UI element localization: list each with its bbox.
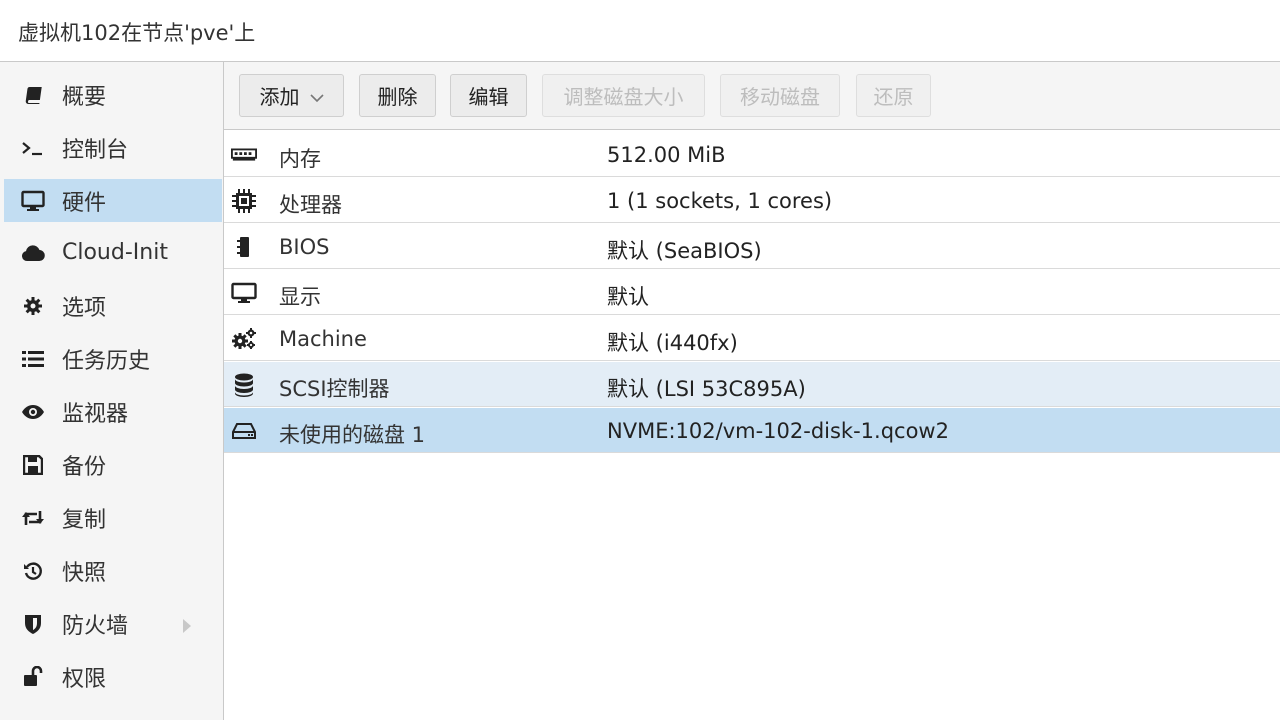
row-name: 未使用的磁盘 1 xyxy=(279,423,426,447)
sidebar-item-label: 快照 xyxy=(62,560,107,586)
row-name: Machine xyxy=(279,327,367,351)
edit-button[interactable]: 编辑 xyxy=(450,74,527,117)
add-button[interactable]: 添加 xyxy=(239,74,344,117)
sidebar-item-options[interactable]: 选项 xyxy=(4,284,222,327)
row-name: 显示 xyxy=(279,285,321,309)
sidebar-item-task-history[interactable]: 任务历史 xyxy=(4,337,222,380)
memory-icon xyxy=(231,142,257,168)
sidebar-item-label: 防火墙 xyxy=(62,613,129,639)
retweet-icon xyxy=(20,505,46,531)
table-row[interactable]: 未使用的磁盘 1 NVME:102/vm-102-disk-1.qcow2 xyxy=(224,408,1280,453)
shield-icon xyxy=(20,611,46,637)
terminal-icon xyxy=(20,135,46,161)
sidebar-item-console[interactable]: 控制台 xyxy=(4,126,222,169)
row-value: 1 (1 sockets, 1 cores) xyxy=(607,189,833,213)
row-value: 默认 (i440fx) xyxy=(607,331,738,355)
gear-icon xyxy=(20,293,46,319)
book-icon xyxy=(20,82,46,108)
table-row[interactable]: 处理器 1 (1 sockets, 1 cores) xyxy=(224,178,1280,223)
table-row[interactable]: BIOS 默认 (SeaBIOS) xyxy=(224,224,1280,269)
sidebar-item-label: 权限 xyxy=(62,666,107,692)
title-bar: 虚拟机102在节点'pve'上 xyxy=(0,0,1280,62)
row-value: NVME:102/vm-102-disk-1.qcow2 xyxy=(607,419,949,443)
sidebar-item-label: 控制台 xyxy=(62,137,129,163)
row-value: 默认 xyxy=(607,285,649,309)
sidebar-item-label: 复制 xyxy=(62,507,107,533)
table-row[interactable]: SCSI控制器 默认 (LSI 53C895A) xyxy=(224,362,1280,407)
sidebar-item-cloud-init[interactable]: Cloud-Init xyxy=(4,231,222,274)
microchip-icon xyxy=(231,234,257,260)
chevron-right-icon[interactable] xyxy=(182,615,192,640)
sidebar: 概要 控制台 硬件 Cloud-Init 选项 任务历史 监视器 备份 复制 快… xyxy=(0,62,224,720)
row-value: 默认 (SeaBIOS) xyxy=(607,239,762,263)
sidebar-item-hardware[interactable]: 硬件 xyxy=(4,179,222,222)
table-row[interactable]: Machine 默认 (i440fx) xyxy=(224,316,1280,361)
hardware-toolbar: 添加 删除 编辑 调整磁盘大小 移动磁盘 还原 xyxy=(224,62,1280,130)
sidebar-item-label: 选项 xyxy=(62,295,107,321)
desktop-icon xyxy=(20,188,46,214)
eye-icon xyxy=(20,399,46,425)
sidebar-item-snapshots[interactable]: 快照 xyxy=(4,549,222,592)
table-row[interactable]: 显示 默认 xyxy=(224,270,1280,315)
sidebar-item-label: 监视器 xyxy=(62,401,129,427)
cloud-icon xyxy=(20,240,46,266)
sidebar-item-label: 概要 xyxy=(62,84,107,110)
desktop-icon xyxy=(231,280,257,306)
sidebar-item-label: Cloud-Init xyxy=(62,240,168,265)
table-row[interactable]: 内存 512.00 MiB xyxy=(224,132,1280,177)
unlock-icon xyxy=(20,664,46,690)
sidebar-item-label: 任务历史 xyxy=(62,348,151,374)
row-name: 处理器 xyxy=(279,193,342,217)
chevron-down-icon xyxy=(309,84,324,108)
cogs-icon xyxy=(231,326,257,352)
row-name: BIOS xyxy=(279,235,330,259)
sidebar-item-permissions[interactable]: 权限 xyxy=(4,655,222,698)
move-disk-button[interactable]: 移动磁盘 xyxy=(720,74,840,117)
sidebar-item-monitor[interactable]: 监视器 xyxy=(4,390,222,433)
sidebar-item-backup[interactable]: 备份 xyxy=(4,443,222,486)
database-icon xyxy=(231,372,257,398)
resize-disk-button[interactable]: 调整磁盘大小 xyxy=(542,74,705,117)
hdd-icon xyxy=(231,418,257,444)
list-icon xyxy=(20,346,46,372)
revert-button[interactable]: 还原 xyxy=(856,74,931,117)
remove-button[interactable]: 删除 xyxy=(359,74,436,117)
row-name: 内存 xyxy=(279,147,321,171)
row-name: SCSI控制器 xyxy=(279,377,390,401)
row-value: 默认 (LSI 53C895A) xyxy=(607,377,806,401)
sidebar-item-label: 硬件 xyxy=(62,190,107,216)
window-title: 虚拟机102在节点'pve'上 xyxy=(18,21,256,45)
sidebar-item-summary[interactable]: 概要 xyxy=(4,73,222,116)
floppy-icon xyxy=(20,452,46,478)
sidebar-item-replication[interactable]: 复制 xyxy=(4,496,222,539)
history-icon xyxy=(20,558,46,584)
row-value: 512.00 MiB xyxy=(607,143,726,167)
sidebar-item-firewall[interactable]: 防火墙 xyxy=(4,602,222,645)
cpu-icon xyxy=(231,188,257,214)
sidebar-item-label: 备份 xyxy=(62,454,107,480)
